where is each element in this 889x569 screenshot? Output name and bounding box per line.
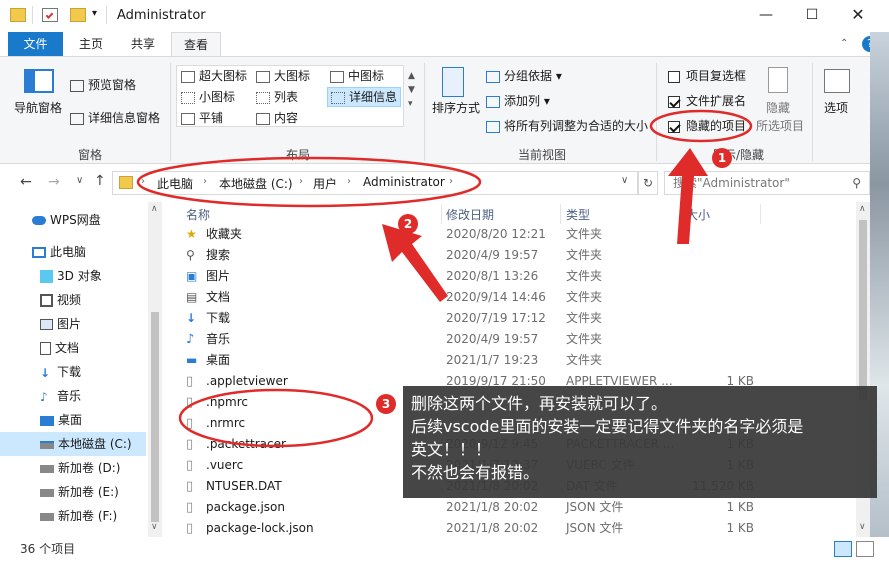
callout-line-3: 英文！！！ — [411, 440, 492, 459]
instruction-callout: 删除这两个文件，再安装就可以了。 后续vscode里面的安装一定要记得文件夹的名… — [403, 386, 877, 498]
badge-1: 1 — [712, 148, 732, 168]
callout-line-2: 后续vscode里面的安装一定要记得文件夹的名字必须是 — [411, 417, 804, 436]
annotation-arrow-1 — [668, 148, 708, 244]
annotation-ellipse-address — [136, 156, 482, 208]
annotation-ellipse-hidden-items — [649, 109, 753, 143]
callout-line-4: 不然也会有报错。 — [411, 463, 540, 482]
annotation-arrow-2 — [382, 224, 448, 302]
badge-3: 3 — [376, 394, 396, 414]
annotation-ellipse-files — [178, 388, 374, 448]
badge-2: 2 — [398, 214, 418, 234]
callout-line-1: 删除这两个文件，再安装就可以了。 — [411, 394, 668, 413]
explorer-window: ▾ Administrator — ☐ ✕ 文件 主页 共享 查看 ⌃ ? 导航… — [0, 0, 889, 569]
